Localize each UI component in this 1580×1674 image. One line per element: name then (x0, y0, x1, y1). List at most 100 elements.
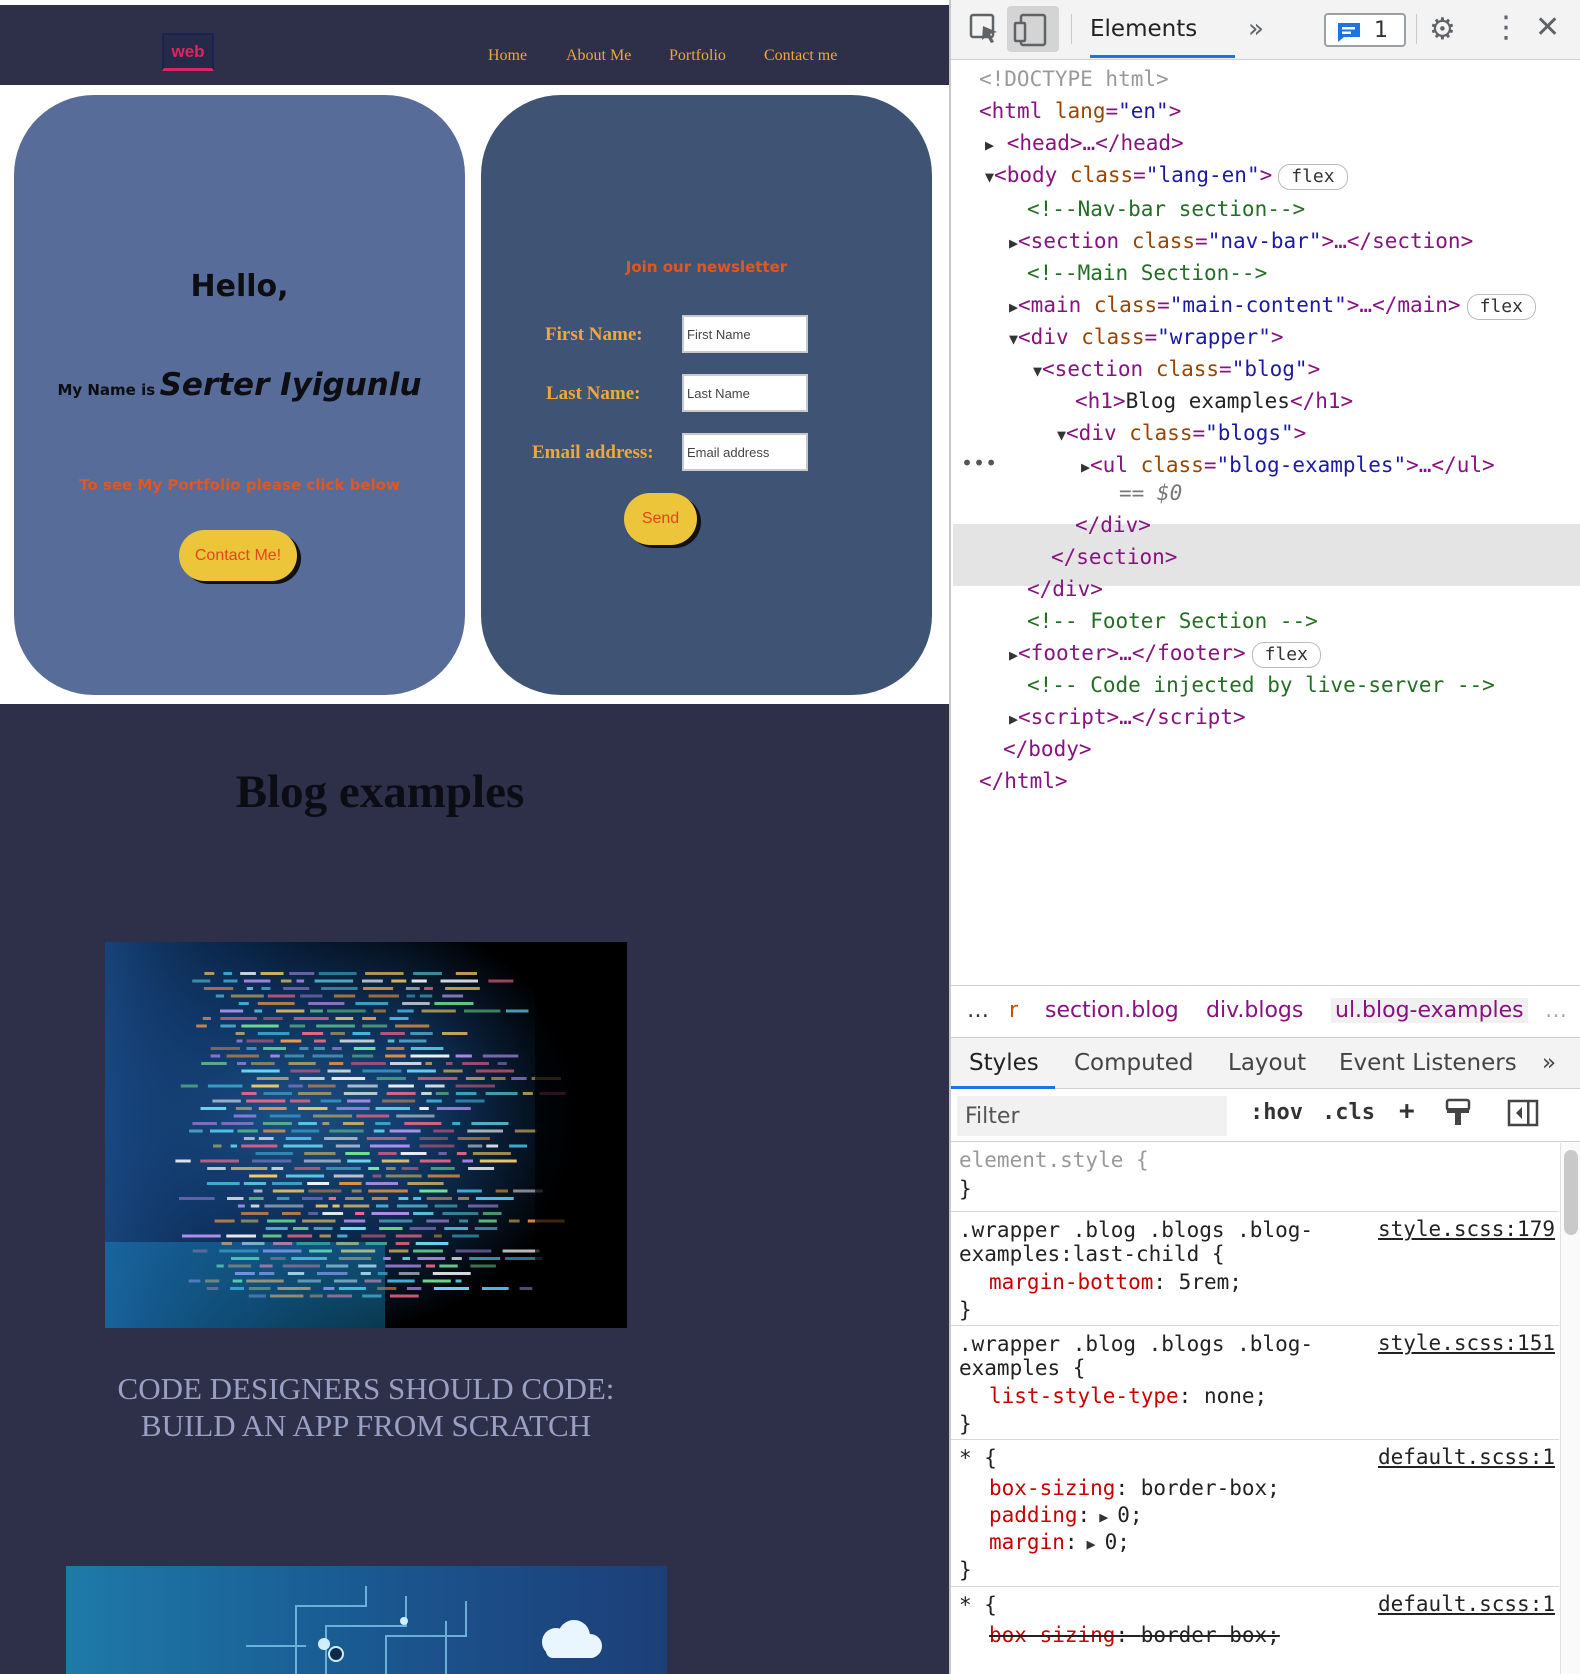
code-line-streak (250, 1204, 260, 1208)
dom-head-node[interactable]: ▶ <head>…</head> (985, 128, 1184, 158)
blog-image-code-screen[interactable] (105, 942, 627, 1328)
element-style-selector: element.style { (959, 1148, 1149, 1172)
code-line-streak (440, 979, 478, 983)
code-line-streak (282, 1212, 301, 1215)
breadcrumb-item-ul-blog-examples[interactable]: ul.blog-examples (1331, 998, 1528, 1023)
breadcrumb-item[interactable]: r (1009, 998, 1018, 1023)
class-toggle[interactable]: .cls (1322, 1100, 1375, 1125)
node-actions-ellipsis-icon[interactable]: ••• (961, 448, 997, 478)
rule-declaration[interactable]: list-style-type: none; (989, 1383, 1267, 1409)
rule-declaration-overridden[interactable]: box-sizing: border-box; (989, 1622, 1280, 1648)
code-line-streak (210, 1047, 240, 1050)
dom-doctype[interactable]: <!DOCTYPE html> (979, 64, 1169, 94)
code-line-streak (241, 1092, 257, 1095)
dom-comment-main[interactable]: <!--Main Section--> (1027, 258, 1267, 288)
tab-elements[interactable]: Elements (1090, 16, 1197, 42)
email-input[interactable] (682, 433, 808, 471)
contact-me-button[interactable]: Contact Me! (179, 530, 297, 581)
dom-comment-footer[interactable]: <!-- Footer Section --> (1027, 606, 1318, 636)
dom-comment-live-server[interactable]: <!-- Code injected by live-server --> (1027, 670, 1495, 700)
hover-state-toggle[interactable]: :hov (1250, 1100, 1303, 1125)
device-toolbar-icon[interactable] (1007, 6, 1059, 52)
style-rule-element-style[interactable]: element.style { } (951, 1143, 1559, 1212)
rule-declaration[interactable]: box-sizing: border-box; (989, 1475, 1280, 1501)
nav-link-home[interactable]: Home (488, 47, 527, 65)
rule-source-link[interactable]: default.scss:1 (1378, 1445, 1555, 1469)
style-rule-universal-overridden[interactable]: * { default.scss:1 box-sizing: border-bo… (951, 1588, 1559, 1674)
breadcrumb-item-section-blog[interactable]: section.blog (1045, 998, 1179, 1023)
tab-styles[interactable]: Styles (969, 1050, 1039, 1076)
rule-source-link[interactable]: default.scss:1 (1378, 1592, 1555, 1616)
breadcrumb-overflow[interactable]: … (1545, 998, 1567, 1023)
close-devtools-icon[interactable]: ✕ (1535, 10, 1560, 45)
flex-badge[interactable]: flex (1466, 294, 1536, 320)
last-name-input[interactable] (682, 374, 808, 412)
code-line-streak (289, 972, 315, 975)
toggle-sidebar-icon[interactable] (1507, 1098, 1539, 1134)
rule-selector-line: examples:last-child { (959, 1242, 1225, 1266)
nav-link-portfolio[interactable]: Portfolio (669, 47, 726, 65)
code-line-streak (226, 1234, 256, 1238)
tab-event-listeners[interactable]: Event Listeners (1339, 1050, 1517, 1076)
site-logo[interactable]: web (162, 33, 214, 71)
tab-layout[interactable]: Layout (1228, 1050, 1306, 1076)
flex-badge[interactable]: flex (1251, 642, 1321, 668)
code-line-streak (223, 979, 238, 983)
more-sub-tabs-chevron-icon[interactable]: » (1542, 1050, 1556, 1076)
dom-script-node[interactable]: ▶<script>…</script> (1009, 702, 1246, 732)
dom-h1-node[interactable]: <h1>Blog examples</h1> (1075, 386, 1353, 416)
dom-html-node[interactable]: <html lang="en"> (979, 96, 1181, 126)
first-name-input[interactable] (682, 315, 808, 353)
code-line-streak (410, 1032, 433, 1035)
blogs-class-value: "blogs" (1205, 421, 1294, 445)
code-line-streak (220, 1024, 236, 1028)
tab-computed[interactable]: Computed (1074, 1050, 1193, 1076)
expand-triangle-icon[interactable]: ▶ (1078, 1535, 1105, 1553)
expand-triangle-icon[interactable]: ▶ (1090, 1508, 1117, 1526)
rule-source-link[interactable]: style.scss:151 (1378, 1331, 1555, 1355)
nav-link-contact[interactable]: Contact me (764, 47, 837, 65)
dom-footer-node[interactable]: ▶<footer>…</footer> flex (1009, 638, 1321, 668)
code-line-streak (457, 1189, 482, 1193)
rule-declaration[interactable]: padding: ▶ 0; (989, 1502, 1143, 1528)
code-line-streak (251, 1062, 275, 1065)
dom-section-nav-node[interactable]: ▶<section class="nav-bar">…</section> (1009, 226, 1473, 256)
inspect-element-icon[interactable] (969, 12, 1001, 46)
rule-declaration[interactable]: margin: ▶ 0; (989, 1529, 1130, 1555)
style-rule-last-child[interactable]: .wrapper .blog .blogs .blog- examples:la… (951, 1213, 1559, 1326)
breadcrumb-item-div-blogs[interactable]: div.blogs (1206, 998, 1303, 1023)
code-line-streak (267, 994, 295, 998)
dom-ul-blog-examples-node[interactable]: ▶<ul class="blog-examples">…</ul> (1081, 450, 1495, 480)
style-rule-universal[interactable]: * { default.scss:1 box-sizing: border-bo… (951, 1441, 1559, 1587)
dom-div-wrapper-node[interactable]: ▼<div class="wrapper"> (1009, 322, 1284, 352)
blog-class-value: "blog" (1231, 357, 1308, 381)
breadcrumb-overflow[interactable]: … (967, 998, 989, 1023)
dom-section-blog-node[interactable]: ▼<section class="blog"> (1033, 354, 1320, 384)
hero-greeting: Hello, (190, 269, 289, 304)
dom-div-blogs-node[interactable]: ▼<div class="blogs"> (1057, 418, 1306, 448)
rule-source-link[interactable]: style.scss:179 (1378, 1217, 1555, 1241)
blog-image-cloud-tech[interactable] (66, 1566, 667, 1674)
style-rule-blog-examples[interactable]: .wrapper .blog .blogs .blog- examples { … (951, 1327, 1559, 1440)
dom-comment-nav[interactable]: <!--Nav-bar section--> (1027, 194, 1305, 224)
messages-count: 1 (1374, 18, 1388, 43)
code-line-streak (421, 1092, 432, 1095)
rule-declaration[interactable]: margin-bottom: 5rem; (989, 1269, 1242, 1295)
send-button[interactable]: Send (624, 493, 697, 545)
code-line-streak (402, 1257, 410, 1260)
nav-link-about[interactable]: About Me (566, 47, 631, 65)
styles-scrollbar-thumb[interactable] (1564, 1150, 1578, 1235)
paint-brush-icon[interactable] (1443, 1096, 1473, 1136)
code-line-streak (391, 979, 407, 983)
dom-body-node[interactable]: ▼<body class="lang-en"> flex (985, 160, 1348, 190)
styles-filter-input[interactable] (957, 1096, 1227, 1136)
more-tabs-chevron-icon[interactable]: » (1248, 14, 1264, 44)
code-line-streak (455, 1092, 477, 1095)
messages-badge[interactable]: 1 (1324, 13, 1406, 47)
blog-post-caption[interactable]: CODE DESIGNERS SHOULD CODE: BUILD AN APP… (80, 1370, 652, 1444)
settings-gear-icon[interactable]: ⚙ (1429, 12, 1456, 47)
flex-badge[interactable]: flex (1278, 164, 1348, 190)
dom-main-node[interactable]: ▶<main class="main-content">…</main> flex (1009, 290, 1536, 320)
new-style-rule-plus-icon[interactable]: + (1399, 1096, 1415, 1126)
kebab-menu-icon[interactable]: ⋮ (1491, 10, 1521, 45)
